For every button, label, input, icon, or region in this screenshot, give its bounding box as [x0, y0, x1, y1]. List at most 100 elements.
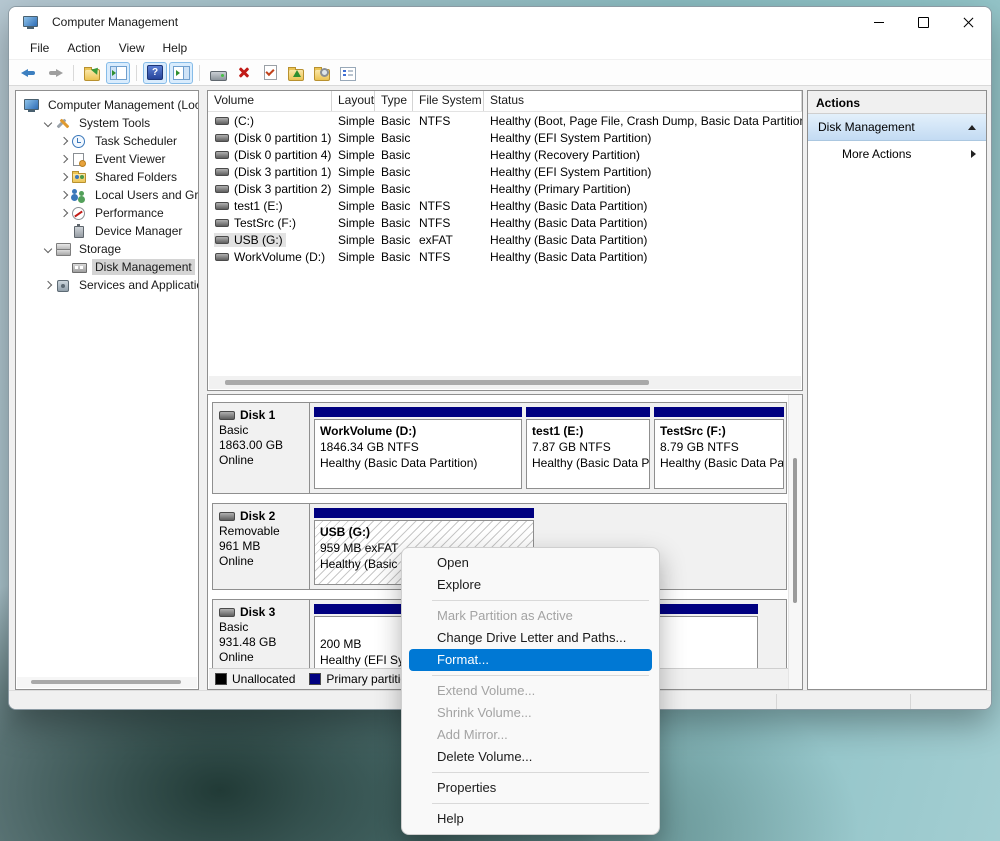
- menu-item-properties[interactable]: Properties: [409, 777, 652, 799]
- more-actions[interactable]: More Actions: [808, 141, 986, 167]
- menu-item-help[interactable]: Help: [409, 808, 652, 830]
- volume-row-test1-e[interactable]: test1 (E:) Simple Basic NTFS Healthy (Basic …: [208, 197, 802, 214]
- chevron-right-icon[interactable]: [56, 208, 71, 218]
- tree-item-label: Event Viewer: [95, 152, 166, 166]
- maximize-button[interactable]: [901, 7, 946, 37]
- tree-item-device-manager[interactable]: Device Manager: [16, 222, 198, 240]
- menu-item-open[interactable]: Open: [409, 552, 652, 574]
- column-header-volume[interactable]: Volume: [208, 91, 332, 111]
- volume-row-disk-0-partition-4[interactable]: (Disk 0 partition 4) Simple Basic Healthy (…: [208, 146, 802, 163]
- volume-row-usb-g[interactable]: USB (G:) Simple Basic exFAT Healthy (Basic D…: [208, 231, 802, 248]
- tree-item-system-tools[interactable]: System Tools: [16, 114, 198, 132]
- menu-item-mark-partition-as-active[interactable]: Mark Partition as Active: [409, 605, 652, 627]
- volume-cell: (Disk 0 partition 1): [208, 131, 332, 145]
- volume-row-disk-0-partition-1[interactable]: (Disk 0 partition 1) Simple Basic Healthy (…: [208, 129, 802, 146]
- help-button[interactable]: [143, 61, 167, 84]
- column-header-type[interactable]: Type: [375, 91, 413, 111]
- open-folder-button[interactable]: [284, 62, 308, 84]
- title-bar[interactable]: Computer Management: [9, 7, 991, 37]
- tree-item-event-viewer[interactable]: Event Viewer: [16, 150, 198, 168]
- menu-item-delete-volume[interactable]: Delete Volume...: [409, 746, 652, 768]
- checklist-button[interactable]: [336, 62, 360, 84]
- partition-health: Healthy (Basic Data Partition): [320, 456, 478, 470]
- partition-test1-e[interactable]: test1 (E:) 7.87 GB NTFS Healthy (Basic Dat…: [526, 407, 650, 489]
- actions-pane-body: [808, 167, 986, 689]
- chevron-right-icon[interactable]: [40, 280, 55, 290]
- help-icon: [147, 65, 163, 80]
- tree-item-performance[interactable]: Performance: [16, 204, 198, 222]
- menu-item-shrink-volume[interactable]: Shrink Volume...: [409, 702, 652, 724]
- actions-group-disk-management[interactable]: Disk Management: [808, 114, 986, 141]
- menu-item-change-drive-letter-and-paths[interactable]: Change Drive Letter and Paths...: [409, 627, 652, 649]
- export-folder-icon: [84, 66, 100, 81]
- layout-cell: Simple: [338, 147, 375, 162]
- chevron-down-icon[interactable]: [40, 118, 55, 128]
- tree-item-disk-management[interactable]: Disk Management: [16, 258, 198, 276]
- attach-vhd-button[interactable]: [206, 62, 230, 84]
- volume-row-workvolume-d[interactable]: WorkVolume (D:) Simple Basic NTFS Healthy (B…: [208, 248, 802, 265]
- menu-item-add-mirror[interactable]: Add Mirror...: [409, 724, 652, 746]
- delete-volume-button[interactable]: [232, 62, 256, 84]
- export-folder-button[interactable]: [80, 62, 104, 84]
- tree-hscrollbar-thumb[interactable]: [31, 680, 181, 684]
- column-header-status[interactable]: Status: [484, 91, 802, 111]
- volume-row-testsrc-f[interactable]: TestSrc (F:) Simple Basic NTFS Healthy (Basi…: [208, 214, 802, 231]
- column-header-file-system[interactable]: File System: [413, 91, 484, 111]
- status-cell: Healthy (Basic Data Partition): [490, 232, 648, 247]
- disk-view-vscrollbar-thumb[interactable]: [793, 458, 797, 603]
- menu-item-explore[interactable]: Explore: [409, 574, 652, 596]
- disk-view-vscrollbar[interactable]: [788, 395, 802, 689]
- volume-list-hscrollbar[interactable]: [209, 376, 801, 389]
- collapse-icon[interactable]: [968, 124, 976, 130]
- disk-type: Basic: [219, 620, 249, 634]
- back-button[interactable]: [17, 62, 41, 84]
- chevron-right-icon[interactable]: [56, 136, 71, 146]
- menu-item-extend-volume[interactable]: Extend Volume...: [409, 680, 652, 702]
- forward-button[interactable]: [43, 62, 67, 84]
- tree-item-task-scheduler[interactable]: Task Scheduler: [16, 132, 198, 150]
- menubar-item-file[interactable]: File: [21, 41, 58, 55]
- expand-icon: [971, 150, 976, 158]
- tree-item-label: System Tools: [79, 116, 151, 130]
- column-header-layout[interactable]: Layout: [332, 91, 375, 111]
- disk-icon: [219, 512, 235, 521]
- partition-testsrc-f[interactable]: TestSrc (F:) 8.79 GB NTFS Healthy (Basic D…: [654, 407, 784, 489]
- tree-item-services-and-applications[interactable]: Services and Applications: [16, 276, 198, 294]
- menu-item-format[interactable]: Format...: [409, 649, 652, 671]
- set-active-button[interactable]: [258, 62, 282, 84]
- disk-2-label[interactable]: Disk 2 Removable 961 MB Online: [213, 504, 310, 589]
- volume-row-disk-3-partition-1[interactable]: (Disk 3 partition 1) Simple Basic Healthy (…: [208, 163, 802, 180]
- chevron-right-icon[interactable]: [56, 154, 71, 164]
- disk-status: Online: [219, 650, 254, 664]
- tree-item-storage[interactable]: Storage: [16, 240, 198, 258]
- volume-list-hscrollbar-thumb[interactable]: [225, 380, 649, 385]
- close-button[interactable]: [946, 7, 991, 37]
- show-console-tree-button[interactable]: [106, 61, 130, 84]
- volume-name: (Disk 3 partition 1): [214, 165, 332, 179]
- menubar-item-view[interactable]: View: [110, 41, 154, 55]
- partition-workvolume-d[interactable]: WorkVolume (D:) 1846.34 GB NTFS Healthy (B…: [314, 407, 522, 489]
- explore-folder-button[interactable]: [310, 62, 334, 84]
- tree-item-computer-management-local[interactable]: Computer Management (Local: [16, 96, 198, 114]
- layout-cell: Simple: [338, 181, 375, 196]
- tree-item-shared-folders[interactable]: Shared Folders: [16, 168, 198, 186]
- maximize-icon: [918, 16, 929, 28]
- filesystem-cell: NTFS: [419, 215, 451, 230]
- system-tools-icon: [55, 116, 72, 130]
- show-action-pane-button[interactable]: [169, 61, 193, 84]
- window-controls: [856, 7, 991, 37]
- chevron-down-icon[interactable]: [40, 244, 55, 254]
- tree-hscrollbar[interactable]: [17, 677, 197, 688]
- volume-row-c[interactable]: (C:) Simple Basic NTFS Healthy (Boot, Page F…: [208, 112, 802, 129]
- menubar-item-action[interactable]: Action: [58, 41, 109, 55]
- tree-item-local-users-and-groups[interactable]: Local Users and Groups: [16, 186, 198, 204]
- status-cell: Healthy (EFI System Partition): [490, 164, 652, 179]
- menubar-item-help[interactable]: Help: [154, 41, 197, 55]
- chevron-right-icon[interactable]: [56, 190, 71, 200]
- filesystem-cell: NTFS: [419, 249, 451, 264]
- volume-name: (Disk 0 partition 1): [214, 131, 332, 145]
- volume-row-disk-3-partition-2[interactable]: (Disk 3 partition 2) Simple Basic Healthy (…: [208, 180, 802, 197]
- disk-1-label[interactable]: Disk 1 Basic 1863.00 GB Online: [213, 403, 310, 493]
- chevron-right-icon[interactable]: [56, 172, 71, 182]
- minimize-button[interactable]: [856, 7, 901, 37]
